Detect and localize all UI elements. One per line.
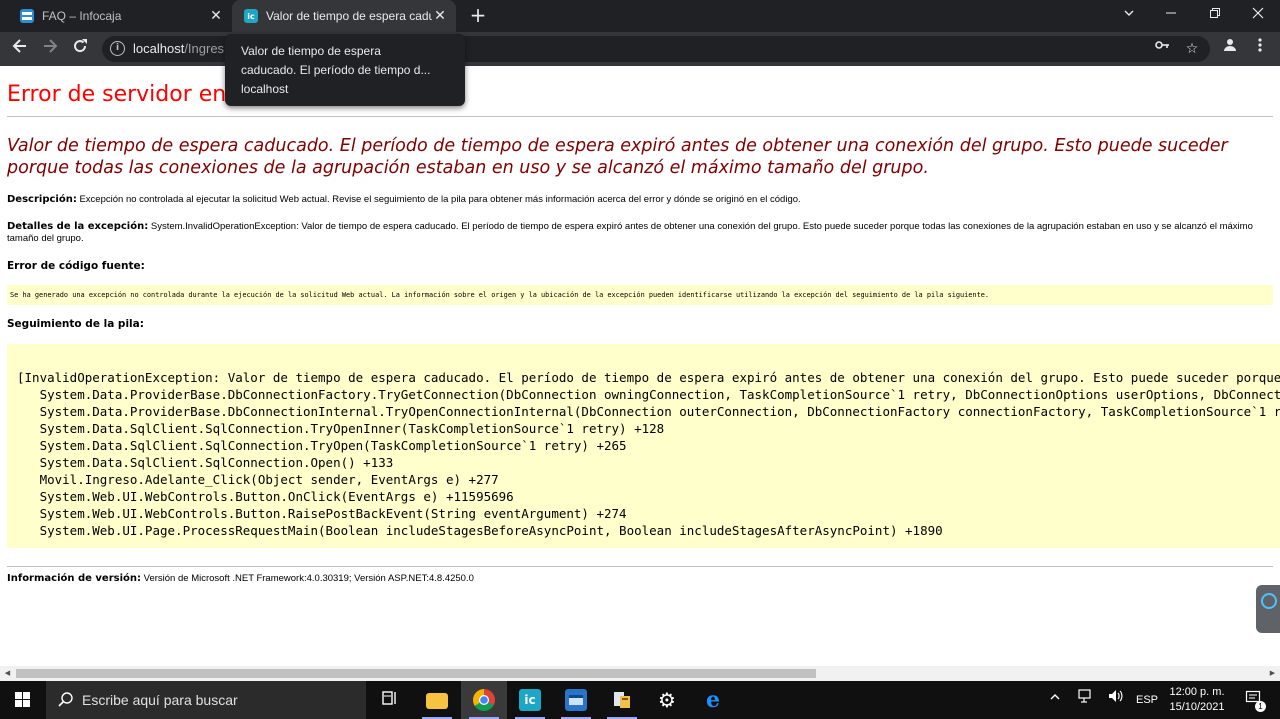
notification-center-button[interactable]: 1: [1238, 681, 1268, 719]
address-url: localhost/Ingres: [133, 41, 224, 56]
site-info-icon[interactable]: i: [110, 41, 125, 56]
chrome-icon: [473, 689, 495, 711]
version-text: Versión de Microsoft .NET Framework:4.0.…: [143, 573, 474, 584]
ic-icon: ic: [519, 689, 541, 711]
tray-overflow-icon[interactable]: [1046, 681, 1064, 719]
ic-icon: ic: [244, 9, 258, 23]
tooltip-host: localhost: [241, 82, 289, 96]
clock-date: 15/10/2021: [1169, 701, 1225, 713]
volume-icon[interactable]: [1104, 681, 1128, 719]
tab-tooltip: Valor de tiempo de espera caducado. El p…: [225, 34, 465, 106]
stack-trace-line: System.Data.SqlClient.SqlConnection.TryO…: [17, 421, 665, 436]
exception-label: Detalles de la excepción:: [7, 221, 149, 232]
search-placeholder: Escribe aquí para buscar: [82, 692, 238, 708]
stack-trace-line: System.Data.ProviderBase.DbConnectionInt…: [17, 404, 1280, 419]
tooltip-line: Valor de tiempo de espera: [241, 44, 381, 58]
error-message: Valor de tiempo de espera caducado. El p…: [7, 136, 1228, 178]
stack-trace-line: System.Web.UI.WebControls.Button.OnClick…: [17, 489, 514, 504]
taskbar-settings[interactable]: ⚙: [644, 681, 690, 719]
system-clock[interactable]: 12:00 p. m. 15/10/2021: [1160, 685, 1234, 715]
scroll-left-icon[interactable]: ◀: [0, 666, 15, 681]
taskbar-infocaja[interactable]: ic: [507, 681, 553, 719]
profile-icon[interactable]: [1218, 37, 1242, 61]
stack-trace-line: Movil.Ingreso.Adelante_Click(Object send…: [17, 472, 499, 487]
page-content: Error de servidor en la aplicación '/'. …: [0, 66, 1280, 666]
exception-text: System.InvalidOperationException: Valor …: [7, 221, 1253, 244]
search-icon: [58, 691, 74, 711]
stack-trace-line: System.Web.UI.WebControls.Button.RaisePo…: [17, 506, 627, 521]
start-button[interactable]: [0, 681, 46, 719]
divider: [7, 116, 1273, 117]
new-tab-button[interactable]: +: [466, 4, 490, 28]
scroll-right-icon[interactable]: ▶: [1265, 666, 1280, 681]
forward-button[interactable]: [38, 37, 62, 61]
notification-badge: 1: [1255, 701, 1266, 712]
version-label: Información de versión:: [7, 573, 142, 584]
taskbar-app-window[interactable]: [553, 681, 599, 719]
reload-button[interactable]: [68, 37, 92, 61]
app-window-icon: [565, 689, 587, 711]
address-host: localhost: [133, 41, 185, 56]
tab-faq-infocaja[interactable]: FAQ – Infocaja ✕: [8, 0, 232, 32]
stack-trace-label: Seguimiento de la pila:: [7, 318, 144, 330]
stack-trace-line: System.Web.UI.Page.ProcessRequestMain(Bo…: [17, 523, 943, 538]
tab-search-icon[interactable]: [1108, 0, 1150, 32]
stack-trace-lines: [InvalidOperationException: Valor de tie…: [17, 369, 1280, 539]
divider: [7, 566, 1273, 567]
task-view-button[interactable]: [367, 681, 413, 719]
bookmark-star-icon[interactable]: ☆: [1180, 37, 1204, 61]
tab-title: Valor de tiempo de espera caducado: [266, 9, 432, 23]
database-tool-icon: [611, 689, 633, 711]
edge-icon: e: [706, 687, 720, 713]
windows-taskbar: Escribe aquí para buscar ic ⚙ e ESP 12:0…: [0, 681, 1280, 719]
tab-close-icon[interactable]: ✕: [208, 8, 224, 24]
side-panel-widget[interactable]: [1256, 585, 1280, 633]
language-indicator[interactable]: ESP: [1134, 681, 1160, 719]
source-error-box: Se ha generado una excepción no controla…: [7, 285, 1273, 305]
stack-trace-box: [InvalidOperationException: Valor de tie…: [7, 344, 1280, 548]
widget-icon: [1261, 593, 1277, 609]
key-icon[interactable]: [1150, 37, 1174, 61]
close-window-button[interactable]: [1237, 0, 1279, 32]
tab-title: FAQ – Infocaja: [42, 9, 122, 23]
description-text: Excepción no controlada al ejecutar la s…: [79, 194, 801, 205]
address-path: /Ingres: [184, 41, 225, 56]
windows-logo-icon: [15, 692, 31, 708]
taskbar-edge[interactable]: e: [690, 681, 736, 719]
taskbar-search[interactable]: Escribe aquí para buscar: [46, 681, 366, 719]
task-view-icon: [379, 689, 401, 711]
source-error-label: Error de código fuente:: [7, 260, 145, 272]
stack-trace-line: System.Data.SqlClient.SqlConnection.TryO…: [17, 438, 627, 453]
minimize-button[interactable]: [1150, 0, 1192, 32]
tooltip-line: caducado. El período de tiempo d...: [241, 63, 431, 77]
scrollbar-thumb[interactable]: [16, 669, 816, 678]
taskbar-file-explorer[interactable]: [414, 681, 460, 719]
horizontal-scrollbar[interactable]: ◀ ▶: [0, 666, 1280, 681]
stack-trace-line: System.Data.SqlClient.SqlConnection.Open…: [17, 455, 394, 470]
network-icon[interactable]: [1074, 681, 1098, 719]
exception-section: Detalles de la excepción: System.Invalid…: [7, 221, 1273, 245]
description-section: Descripción: Excepción no controlada al …: [7, 194, 1273, 206]
tab-close-icon[interactable]: ✕: [432, 8, 448, 24]
taskbar-chrome[interactable]: [461, 681, 507, 719]
browser-tabstrip: FAQ – Infocaja ✕ ic Valor de tiempo de e…: [0, 0, 1280, 32]
taskbar-app-database[interactable]: [599, 681, 645, 719]
stack-trace-line: System.Data.ProviderBase.DbConnectionFac…: [17, 387, 1280, 402]
menu-kebab-icon[interactable]: [1248, 37, 1272, 61]
infocaja-icon: [20, 9, 34, 23]
restore-button[interactable]: [1194, 0, 1236, 32]
tab-error-page[interactable]: ic Valor de tiempo de espera caducado ✕: [232, 0, 456, 32]
folder-icon: [426, 693, 448, 709]
back-button[interactable]: [8, 37, 32, 61]
clock-time: 12:00 p. m.: [1169, 686, 1225, 698]
stack-trace-line: [InvalidOperationException: Valor de tie…: [17, 370, 1280, 385]
description-label: Descripción:: [7, 194, 77, 205]
browser-toolbar: i localhost/Ingres ☆: [0, 32, 1280, 66]
gear-icon: ⚙: [658, 688, 676, 712]
version-section: Información de versión: Versión de Micro…: [7, 573, 1273, 585]
